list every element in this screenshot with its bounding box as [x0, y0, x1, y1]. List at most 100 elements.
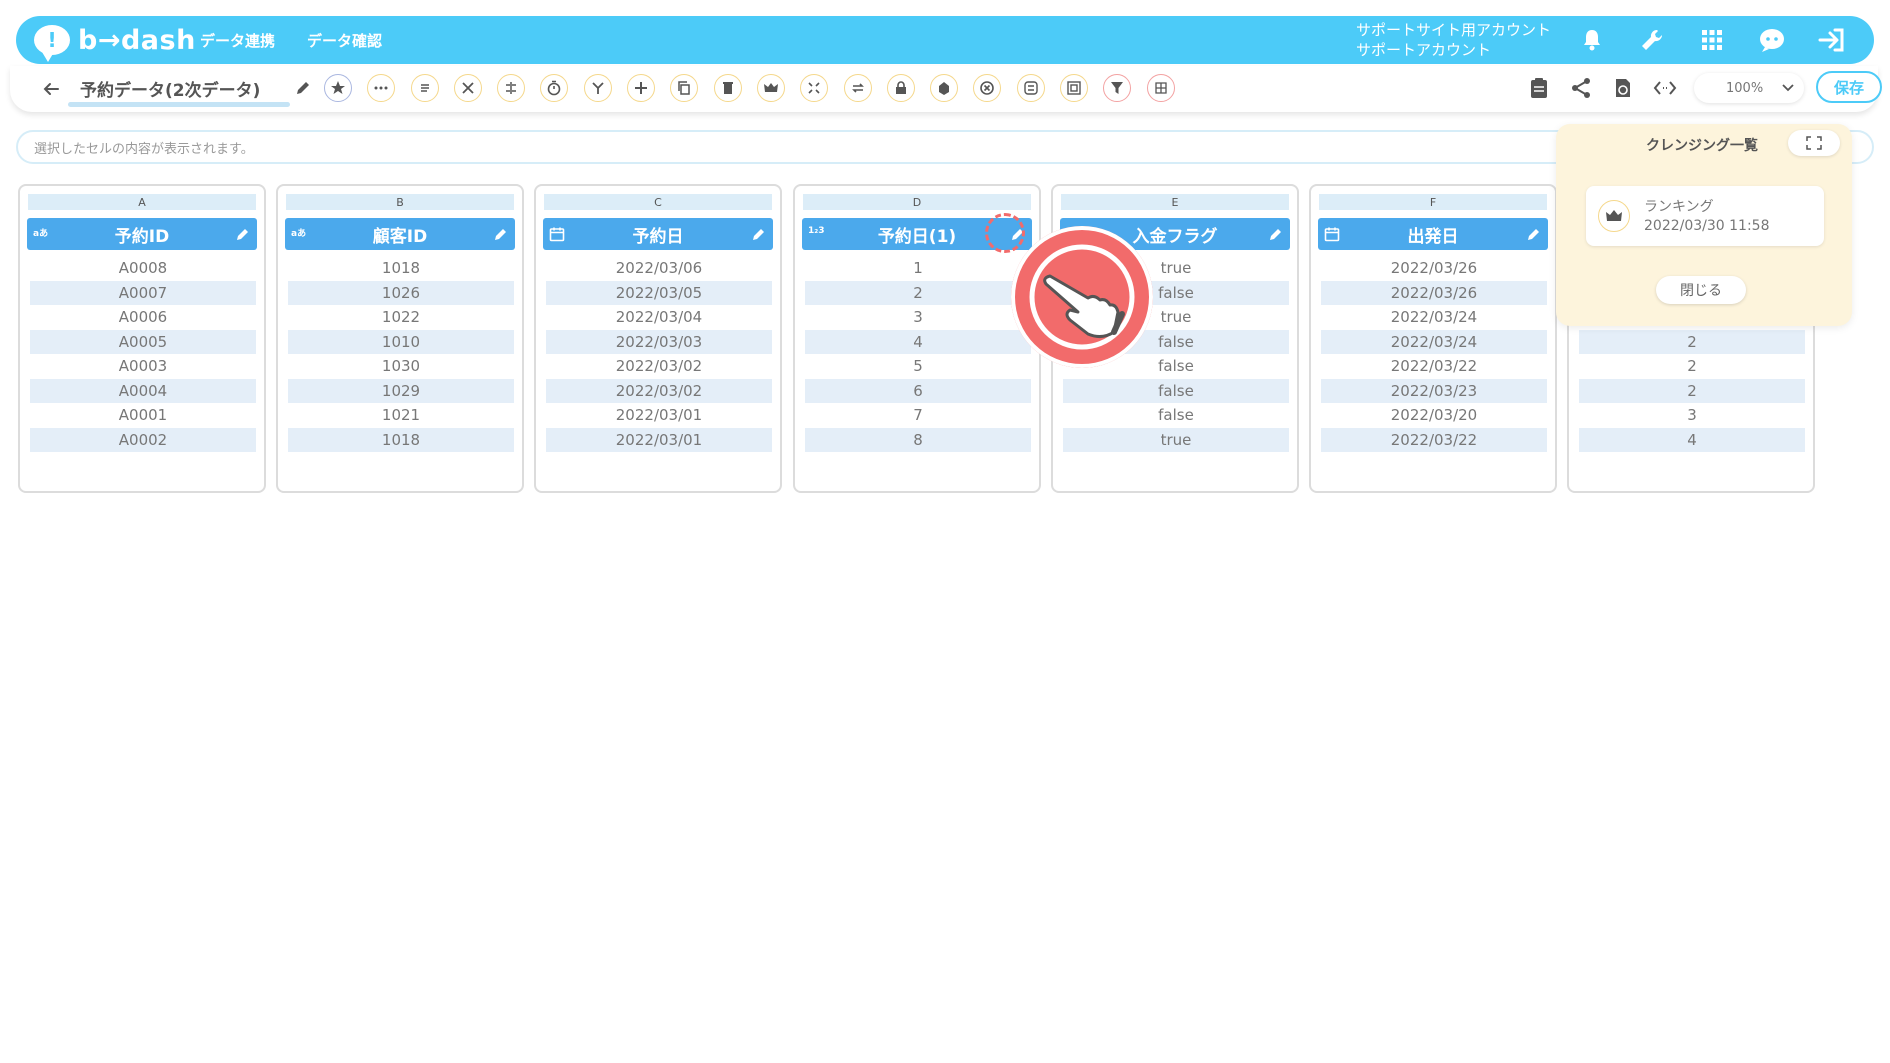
table-cell[interactable]: 1018: [288, 427, 514, 452]
table-cell[interactable]: 2022/03/06: [546, 256, 772, 281]
column-header[interactable]: 入金フラグ: [1060, 218, 1290, 250]
table-cell[interactable]: 2022/03/03: [546, 329, 772, 354]
column-header[interactable]: 予約日: [543, 218, 773, 250]
table-cell[interactable]: A0008: [30, 256, 256, 281]
table-cell[interactable]: 1026: [288, 280, 514, 305]
pencil-icon[interactable]: [235, 226, 251, 242]
table-cell[interactable]: 2022/03/24: [1321, 329, 1547, 354]
table-cell[interactable]: 2022/03/24: [1321, 305, 1547, 330]
grid-icon[interactable]: [1146, 74, 1175, 102]
table-cell[interactable]: 5: [805, 354, 1031, 379]
dataset-title[interactable]: 予約データ(2次データ): [80, 76, 260, 101]
column-letter[interactable]: A: [28, 194, 256, 210]
replace-icon[interactable]: [1016, 74, 1045, 102]
table-cell[interactable]: 1022: [288, 305, 514, 330]
repeat-icon[interactable]: [843, 74, 872, 102]
table-cell[interactable]: false: [1063, 403, 1289, 428]
table-cell[interactable]: 7: [805, 403, 1031, 428]
crown-icon[interactable]: [756, 74, 785, 102]
table-cell[interactable]: 2022/03/22: [1321, 427, 1547, 452]
table-cell[interactable]: true: [1063, 305, 1289, 330]
app-logo[interactable]: ! b→dash: [34, 23, 196, 62]
table-cell[interactable]: 8: [805, 427, 1031, 452]
table-cell[interactable]: 2022/03/26: [1321, 280, 1547, 305]
table-cell[interactable]: 1029: [288, 378, 514, 403]
column-header[interactable]: 1₂3 予約日(1): [802, 218, 1032, 250]
table-cell[interactable]: 2022/03/26: [1321, 256, 1547, 281]
table-cell[interactable]: false: [1063, 329, 1289, 354]
table-cell[interactable]: false: [1063, 378, 1289, 403]
drop-icon[interactable]: [930, 74, 959, 102]
code-icon[interactable]: [1652, 75, 1678, 101]
trash-icon[interactable]: [713, 74, 742, 102]
share-icon[interactable]: [1568, 75, 1594, 101]
save-button[interactable]: 保存: [1816, 71, 1882, 103]
close-panel-button[interactable]: 閉じる: [1656, 276, 1746, 304]
table-cell[interactable]: 2022/03/02: [546, 354, 772, 379]
table-cell[interactable]: A0002: [30, 427, 256, 452]
star-icon[interactable]: [324, 74, 352, 102]
filter-icon[interactable]: [1103, 74, 1132, 102]
scissors-icon[interactable]: [453, 74, 482, 102]
table-cell[interactable]: false: [1063, 280, 1289, 305]
table-cell[interactable]: 6: [805, 378, 1031, 403]
column-letter[interactable]: D: [803, 194, 1031, 210]
table-cell[interactable]: 3: [1579, 403, 1805, 428]
column-header[interactable]: 出発日: [1318, 218, 1548, 250]
column-letter[interactable]: F: [1319, 194, 1547, 210]
copy-icon[interactable]: [670, 74, 699, 102]
table-cell[interactable]: 1: [805, 256, 1031, 281]
table-cell[interactable]: 2022/03/23: [1321, 378, 1547, 403]
zoom-select[interactable]: 100%: [1694, 73, 1804, 103]
pencil-icon[interactable]: [751, 226, 767, 242]
close-circle-icon[interactable]: [973, 74, 1002, 102]
bell-icon[interactable]: [1576, 24, 1608, 56]
support-chat-icon[interactable]: [1756, 24, 1788, 56]
table-cell[interactable]: A0003: [30, 354, 256, 379]
account-info[interactable]: サポートサイト用アカウント サポートアカウント: [1356, 20, 1551, 60]
table-cell[interactable]: 2: [805, 280, 1031, 305]
nav-data-integration[interactable]: データ連携: [200, 30, 275, 51]
timer-icon[interactable]: [540, 74, 569, 102]
table-cell[interactable]: 2: [1579, 378, 1805, 403]
plus-icon[interactable]: [627, 74, 656, 102]
table-cell[interactable]: 2022/03/20: [1321, 403, 1547, 428]
table-cell[interactable]: 2022/03/04: [546, 305, 772, 330]
table-cell[interactable]: A0006: [30, 305, 256, 330]
pencil-icon[interactable]: [493, 226, 509, 242]
table-cell[interactable]: 2: [1579, 329, 1805, 354]
back-arrow-icon[interactable]: [40, 78, 62, 100]
table-cell[interactable]: A0005: [30, 329, 256, 354]
table-cell[interactable]: 2: [1579, 354, 1805, 379]
table-cell[interactable]: 1010: [288, 329, 514, 354]
expand-panel-button[interactable]: [1788, 130, 1840, 156]
column-letter[interactable]: E: [1061, 194, 1289, 210]
table-cell[interactable]: 2022/03/01: [546, 403, 772, 428]
table-cell[interactable]: 2022/03/05: [546, 280, 772, 305]
apps-grid-icon[interactable]: [1696, 24, 1728, 56]
table-cell[interactable]: 1030: [288, 354, 514, 379]
table-cell[interactable]: A0007: [30, 280, 256, 305]
pencil-icon[interactable]: [1010, 226, 1026, 242]
table-cell[interactable]: 4: [805, 329, 1031, 354]
wrench-icon[interactable]: [1636, 24, 1668, 56]
table-cell[interactable]: 1021: [288, 403, 514, 428]
nav-data-check[interactable]: データ確認: [307, 30, 382, 51]
edit-title-pencil-icon[interactable]: [294, 79, 312, 97]
expand-icon[interactable]: [800, 74, 829, 102]
lock-icon[interactable]: [886, 74, 915, 102]
column-header[interactable]: aあ 予約ID: [27, 218, 257, 250]
column-header[interactable]: aあ 顧客ID: [285, 218, 515, 250]
table-cell[interactable]: 1018: [288, 256, 514, 281]
cleansing-item-ranking[interactable]: ランキング 2022/03/30 11:58: [1586, 186, 1824, 246]
merge-icon[interactable]: [497, 74, 526, 102]
branch-icon[interactable]: [583, 74, 612, 102]
table-cell[interactable]: 2022/03/01: [546, 427, 772, 452]
table-cell[interactable]: true: [1063, 427, 1289, 452]
table-cell[interactable]: 2022/03/22: [1321, 354, 1547, 379]
list-icon[interactable]: [410, 74, 439, 102]
table-cell[interactable]: 3: [805, 305, 1031, 330]
history-icon[interactable]: [1610, 75, 1636, 101]
table-cell[interactable]: true: [1063, 256, 1289, 281]
logout-icon[interactable]: [1816, 24, 1848, 56]
